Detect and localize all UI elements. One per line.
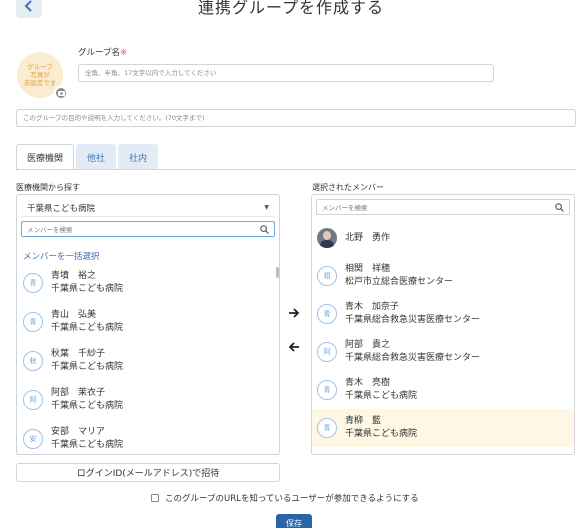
required-mark: ※ xyxy=(120,48,128,58)
member-name: 青木 亮樹 xyxy=(345,378,391,388)
url-join-label: このグループのURLを知っているユーザーが参加できるようにする xyxy=(165,494,419,504)
tab-bar: 医療機関 他社 社内 xyxy=(16,144,160,170)
avatar: 青 xyxy=(23,272,43,293)
selected-member-item[interactable]: 阿 阿部 貴之千葉県総合救急災害医療センター xyxy=(312,333,574,371)
arrow-right-icon xyxy=(289,308,300,318)
group-name-input[interactable]: 全角、半角、17文字以内で入力してください xyxy=(78,64,494,82)
right-panel-label: 選択されたメンバー xyxy=(312,183,384,192)
selected-member-list: 北野 勇作 相 相関 祥穂松戸市立総合医療センター 青 青木 加奈子千葉県総合救… xyxy=(312,219,574,447)
member-org: 千葉県こども病院 xyxy=(51,283,124,294)
invite-by-login-id-button[interactable]: ログインID(メールアドレス)で招待 xyxy=(16,463,280,482)
url-join-checkbox[interactable] xyxy=(151,494,159,502)
member-list-scrollbar[interactable] xyxy=(274,261,279,454)
member-item[interactable]: 青 青山 弘美千葉県こども病院 xyxy=(17,302,273,341)
member-search-placeholder: メンバーを検索 xyxy=(27,226,73,234)
member-org: 千葉県こども病院 xyxy=(51,322,124,333)
member-org: 千葉県こども病院 xyxy=(345,391,418,401)
member-item[interactable]: 秋 秋葉 千紗子千葉県こども病院 xyxy=(17,341,273,380)
avatar: 青 xyxy=(23,311,43,332)
page-title: 連携グループを作成する xyxy=(197,0,385,17)
member-list: 青 青墳 裕之 千葉県こども病院 青 青山 弘美 千葉県こども病院 秋 秋葉 千紗子… xyxy=(17,263,273,454)
member-org: 千葉県こども病院 xyxy=(51,439,124,450)
member-name: 青墳 裕之 xyxy=(51,270,97,281)
avatar: 阿 xyxy=(23,389,43,410)
selected-member-search-input[interactable]: メンバーを検索 xyxy=(316,199,570,215)
url-join-option: このグループのURLを知っているユーザーが参加できるようにする xyxy=(151,492,419,504)
selected-member-item[interactable]: 青 青木 亮樹千葉県こども病院 xyxy=(312,371,574,409)
selected-members-panel: メンバーを検索 北野 勇作 相 相関 祥穂松戸市立総合医療センター 青 青木 加… xyxy=(311,194,575,455)
search-icon xyxy=(555,202,564,212)
selected-member-item[interactable]: 青 青木 加奈子千葉県総合救急災害医療センター xyxy=(312,295,574,333)
avatar: 阿 xyxy=(317,342,337,362)
search-icon xyxy=(260,224,269,234)
avatar: 相 xyxy=(317,266,337,286)
selected-member-item[interactable]: 相 相関 祥穂松戸市立総合医療センター xyxy=(312,257,574,295)
member-org: 千葉県こども病院 xyxy=(51,361,124,372)
tab-divider xyxy=(16,169,576,170)
avatar: 安 xyxy=(23,428,43,449)
group-description-input[interactable]: このグループの目的や説明を入力してください。(70文字まで) xyxy=(16,109,576,127)
avatar: 青 xyxy=(317,304,337,324)
group-name-label: グループ名※ xyxy=(78,46,127,58)
institution-search-panel: 千葉県こども病院 ▼ メンバーを検索 メンバーを一括選択 青 青墳 裕之千葉県こ… xyxy=(16,194,280,455)
institution-select[interactable]: 千葉県こども病院 ▼ xyxy=(21,199,275,217)
member-search-input[interactable]: メンバーを検索 xyxy=(21,221,275,237)
left-panel-label: 医療機関から探す xyxy=(16,183,80,192)
add-member-button[interactable] xyxy=(288,307,300,321)
member-name: 青柳 藍 xyxy=(345,416,382,426)
member-name: 青木 加奈子 xyxy=(345,302,400,312)
member-name: 阿部 貴之 xyxy=(345,340,391,350)
select-all-members-link[interactable]: メンバーを一括選択 xyxy=(23,250,100,262)
arrow-left-icon xyxy=(288,342,299,352)
group-name-label-text: グループ名 xyxy=(78,48,120,58)
institution-select-value: 千葉県こども病院 xyxy=(27,204,96,214)
member-item[interactable]: 青 青墳 裕之千葉県こども病院 xyxy=(17,263,273,302)
tab-medical-institution[interactable]: 医療機関 xyxy=(16,144,75,170)
member-item[interactable]: 安 安部 マリア千葉県こども病院 xyxy=(17,419,273,454)
member-org: 千葉県総合救急災害医療センター xyxy=(345,353,481,363)
avatar: 秋 xyxy=(23,350,43,371)
member-name: 相関 祥穂 xyxy=(345,264,391,274)
member-org: 千葉県総合救急災害医療センター xyxy=(345,315,481,325)
member-org: 松戸市立総合医療センター xyxy=(345,277,454,287)
selected-member-item[interactable]: 北野 勇作 xyxy=(312,219,574,257)
member-name: 安部 マリア xyxy=(51,426,106,437)
save-button[interactable]: 保存 xyxy=(276,514,312,528)
scrollbar-thumb[interactable] xyxy=(276,267,279,278)
avatar: 青 xyxy=(317,380,337,400)
member-name: 青山 弘美 xyxy=(51,309,97,320)
member-name: 阿部 茉衣子 xyxy=(51,387,106,398)
member-name: 北野 勇作 xyxy=(345,232,391,243)
remove-member-button[interactable] xyxy=(288,341,300,355)
member-item[interactable]: 阿 阿部 茉衣子千葉県こども病院 xyxy=(17,380,273,419)
camera-icon[interactable] xyxy=(54,86,68,100)
group-image-text: グループ 写真が 未設定です xyxy=(23,63,57,87)
member-org: 千葉県こども病院 xyxy=(345,429,418,439)
selected-search-placeholder: メンバーを検索 xyxy=(322,204,368,212)
profile-photo xyxy=(317,228,337,248)
dropdown-arrow-icon: ▼ xyxy=(264,204,269,211)
tab-internal[interactable]: 社内 xyxy=(118,144,159,170)
tab-other-company[interactable]: 他社 xyxy=(76,144,117,170)
avatar: 青 xyxy=(317,418,337,438)
member-name: 秋葉 千紗子 xyxy=(51,348,106,359)
selected-member-item-highlighted[interactable]: 青 青柳 藍千葉県こども病院 xyxy=(312,409,574,447)
member-org: 千葉県こども病院 xyxy=(51,400,124,411)
